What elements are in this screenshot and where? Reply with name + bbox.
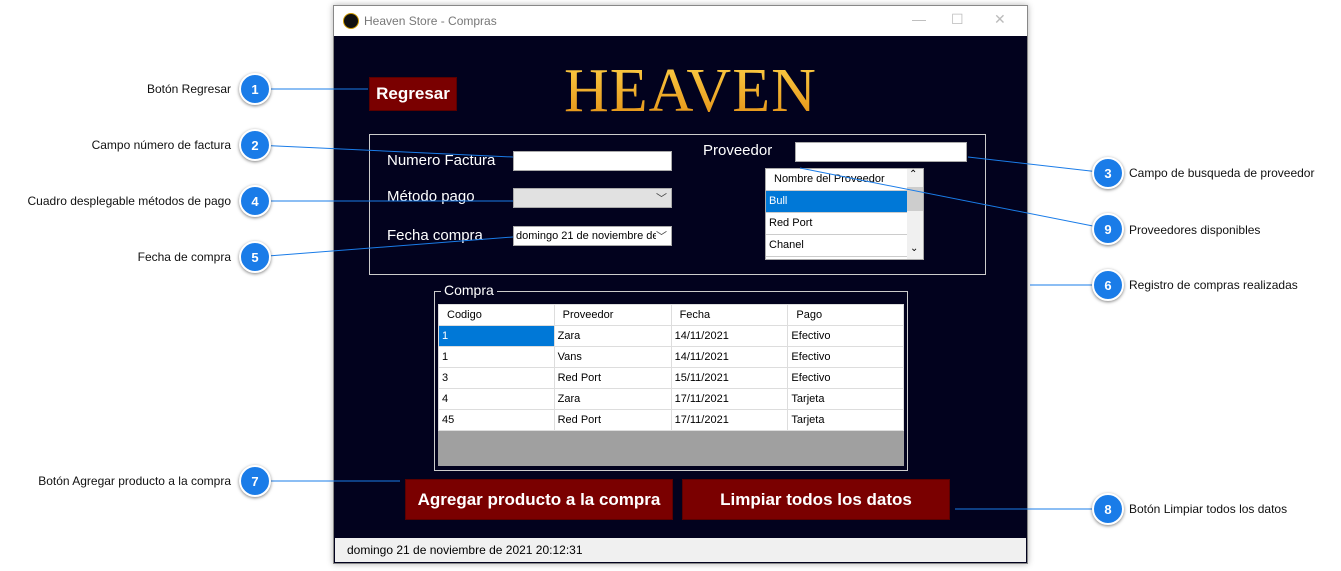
callout-marker: 2 [239,129,271,161]
callout-marker: 1 [239,73,271,105]
callout-label: Campo de busqueda de proveedor [1129,166,1315,180]
callout-marker: 9 [1092,213,1124,245]
callout-label: Campo número de factura [91,138,231,152]
callout-label: Cuadro desplegable métodos de pago [27,194,231,208]
callout-marker: 4 [239,185,271,217]
callout-label: Botón Agregar producto a la compra [38,474,231,488]
callout-label: Botón Limpiar todos los datos [1129,502,1288,516]
callout-label: Fecha de compra [137,250,231,264]
callout-marker: 3 [1092,157,1124,189]
callout-label: Botón Regresar [146,82,231,96]
callout-marker: 8 [1092,493,1124,525]
callout-marker: 6 [1092,269,1124,301]
callout-label: Registro de compras realizadas [1129,278,1298,292]
callout-label: Proveedores disponibles [1129,223,1261,237]
callout-marker: 5 [239,241,271,273]
callout-marker: 7 [239,465,271,497]
